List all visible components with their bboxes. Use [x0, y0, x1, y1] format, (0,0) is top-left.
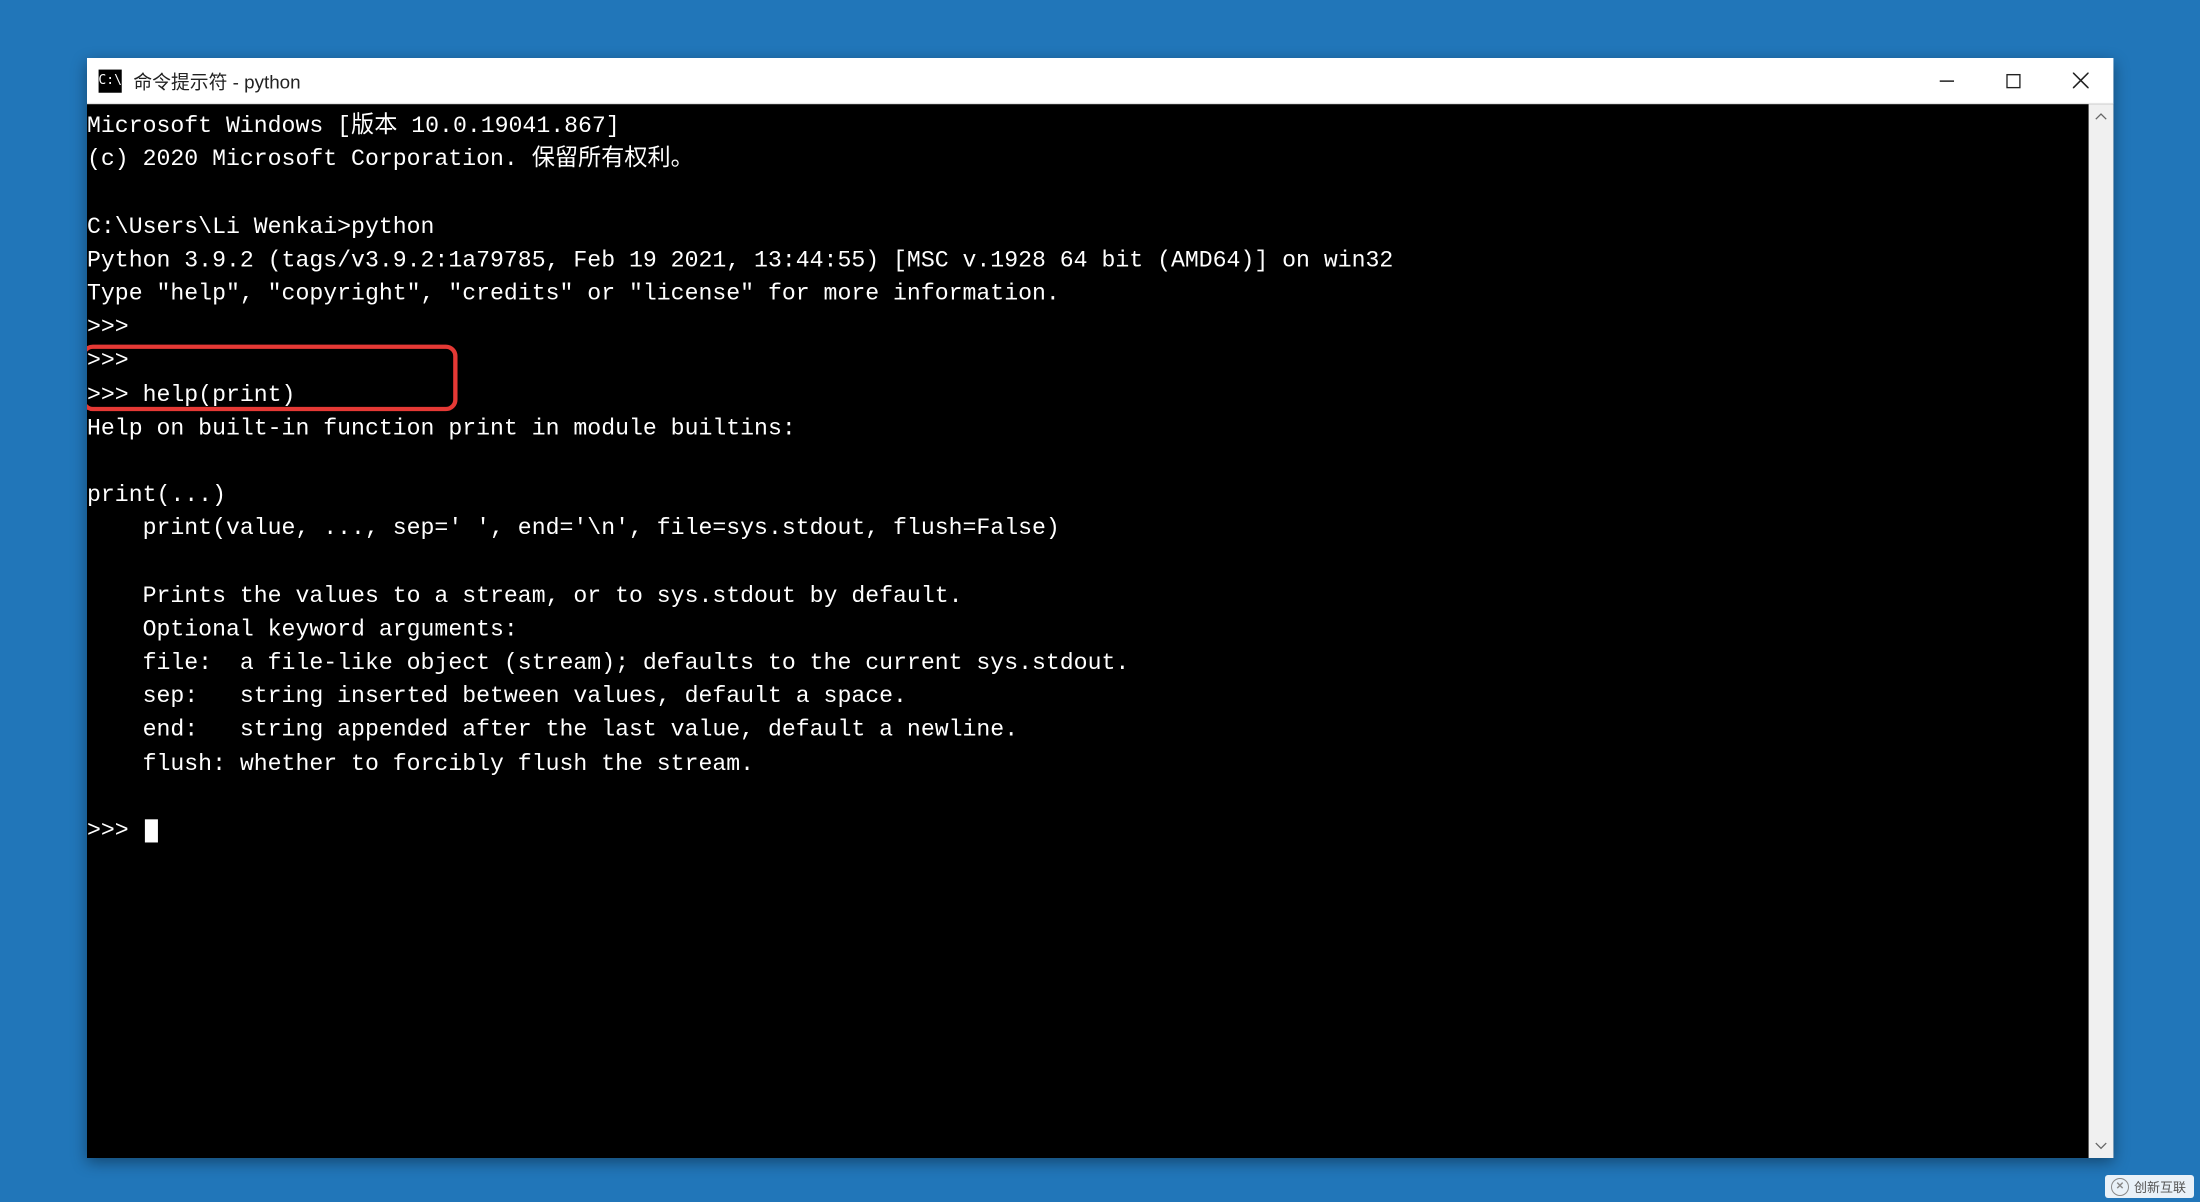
terminal-output[interactable]: Microsoft Windows [版本 10.0.19041.867](c)… [87, 104, 2089, 1158]
command-prompt-window: C:\ 命令提示符 - python Microsoft Windows [版本… [87, 58, 2113, 1158]
terminal-line: print(...) [87, 479, 2089, 513]
prompt-text: >>> [87, 818, 143, 844]
terminal-line [87, 177, 2089, 211]
terminal-line: >>> [87, 311, 2089, 345]
cursor [145, 819, 158, 842]
terminal-line: (c) 2020 Microsoft Corporation. 保留所有权利。 [87, 144, 2089, 178]
scroll-up-button[interactable] [2089, 104, 2114, 129]
titlebar: C:\ 命令提示符 - python [87, 58, 2113, 104]
terminal-line: >>> [87, 345, 2089, 379]
terminal-line: C:\Users\Li Wenkai>python [87, 211, 2089, 245]
scroll-track[interactable] [2089, 129, 2114, 1133]
terminal-line: print(value, ..., sep=' ', end='\n', fil… [87, 513, 2089, 547]
cmd-icon: C:\ [98, 69, 121, 92]
terminal-line: Python 3.9.2 (tags/v3.9.2:1a79785, Feb 1… [87, 244, 2089, 278]
terminal-line [87, 546, 2089, 580]
terminal-line: end: string appended after the last valu… [87, 714, 2089, 748]
terminal-line [87, 781, 2089, 815]
titlebar-left: C:\ 命令提示符 - python [87, 67, 301, 94]
scrollbar[interactable] [2089, 104, 2114, 1158]
minimize-button[interactable] [1913, 58, 1980, 103]
close-button[interactable] [2047, 58, 2114, 103]
terminal-line: Prints the values to a stream, or to sys… [87, 580, 2089, 614]
terminal-prompt-line[interactable]: >>> [87, 815, 2089, 849]
terminal-line [87, 446, 2089, 480]
terminal-line: Optional keyword arguments: [87, 613, 2089, 647]
terminal-line: Microsoft Windows [版本 10.0.19041.867] [87, 110, 2089, 144]
terminal-area: Microsoft Windows [版本 10.0.19041.867](c)… [87, 104, 2113, 1158]
watermark-logo-icon: ✕ [2111, 1178, 2129, 1196]
terminal-line: sep: string inserted between values, def… [87, 681, 2089, 715]
window-controls [1913, 58, 2113, 103]
terminal-line: file: a file-like object (stream); defau… [87, 647, 2089, 681]
terminal-line: flush: whether to forcibly flush the str… [87, 748, 2089, 782]
scroll-down-button[interactable] [2089, 1133, 2114, 1158]
terminal-line: Help on built-in function print in modul… [87, 412, 2089, 446]
terminal-line: >>> help(print) [87, 378, 2089, 412]
terminal-line: Type "help", "copyright", "credits" or "… [87, 278, 2089, 312]
maximize-button[interactable] [1980, 58, 2047, 103]
watermark-text: 创新互联 [2134, 1177, 2186, 1196]
window-title: 命令提示符 - python [133, 67, 300, 94]
watermark: ✕ 创新互联 [2105, 1175, 2194, 1198]
